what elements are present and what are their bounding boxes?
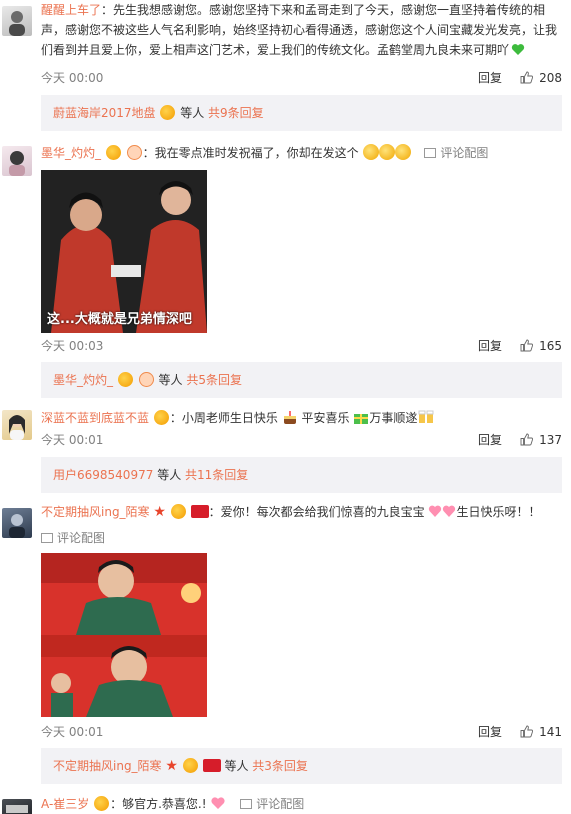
replies-summary[interactable]: 用户6698540977 等人 共11条回复	[41, 457, 562, 493]
comment-body-2: 生日快乐呀！！	[456, 505, 541, 519]
like-count: 137	[539, 433, 562, 447]
username-link[interactable]: A-崔三岁	[41, 797, 89, 811]
vip-badge-icon	[182, 758, 198, 773]
comment-text: 不定期抽风ing_陌寒 ★ ：爱你！每次都会给我们惊喜的九良宝宝 生日快乐呀！！…	[41, 502, 561, 548]
reply-user-link[interactable]: 不定期抽风ing_陌寒	[53, 759, 162, 773]
fan-badge-icon	[138, 372, 154, 387]
vip-badge-icon	[160, 105, 176, 120]
replies-mid-text: 等人	[158, 373, 183, 387]
heart-emoji-icon	[428, 505, 456, 519]
replies-summary[interactable]: 不定期抽风ing_陌寒 ★ 等人 共3条回复	[41, 748, 562, 784]
comment-text: 深蓝不蓝到底蓝不蓝 ：小周老师生日快乐 平安喜乐 万事顺遂	[41, 408, 561, 428]
like-button[interactable]: 137	[520, 430, 562, 452]
reply-user-link[interactable]: 蔚蓝海岸2017地盘	[53, 106, 156, 120]
like-count: 165	[539, 339, 562, 353]
comment-image-label: 评论配图	[57, 531, 106, 545]
comment-body: ：爱你！每次都会给我们惊喜的九良宝宝	[208, 505, 425, 519]
avatar[interactable]	[2, 410, 32, 440]
laughing-emoji-icon	[394, 144, 411, 160]
vip-badge-icon	[153, 410, 169, 425]
comment-image[interactable]	[41, 553, 207, 717]
star-badge-icon: ★	[153, 504, 166, 520]
star-badge-icon: ★	[165, 758, 178, 774]
username-link[interactable]: 深蓝不蓝到底蓝不蓝	[41, 411, 149, 425]
comment-meta: 今天 00:01 回复 141	[41, 722, 562, 742]
reply-button[interactable]: 回复	[478, 336, 502, 356]
heart-emoji-icon	[509, 43, 525, 57]
avatar[interactable]	[2, 6, 32, 36]
comment-body: ：我在零点准时发祝福了，你却在发这个	[142, 146, 359, 160]
replies-count-link[interactable]: 共9条回复	[208, 106, 264, 120]
comment-image-link[interactable]: 评论配图	[240, 797, 304, 811]
avatar[interactable]	[2, 146, 32, 176]
comment-body: ：先生我想感谢您。感谢您坚持下来和孟哥走到了今天，感谢您一直坚持着传统的相声，感…	[41, 3, 558, 57]
vip-badge-icon	[94, 796, 110, 811]
image-caption: 这...大概就是兄弟情深吧	[47, 312, 192, 327]
fan-badge-icon	[126, 145, 142, 160]
thumbs-up-icon	[520, 432, 534, 452]
comment-text: 墨华_灼灼_ ：我在零点准时发祝福了，你却在发这个 评论配图	[41, 143, 561, 163]
thumbs-up-icon	[520, 338, 534, 358]
reply-button[interactable]: 回复	[478, 430, 502, 450]
comment-body: ：小周老师生日快乐	[169, 411, 278, 425]
reply-button[interactable]: 回复	[478, 68, 502, 88]
vip-badge-icon	[170, 504, 186, 519]
comment-text: A-崔三岁 ：够官方.恭喜您.! 评论配图	[41, 794, 561, 814]
avatar[interactable]	[2, 799, 32, 814]
image-icon	[424, 148, 437, 158]
member-badge-icon	[202, 759, 221, 772]
comment-image-link[interactable]: 评论配图	[424, 146, 488, 160]
comment-body: ：够官方.恭喜您.!	[110, 797, 207, 811]
replies-count-link[interactable]: 共11条回复	[185, 468, 248, 482]
like-button[interactable]: 165	[520, 336, 562, 358]
cake-emoji-icon	[282, 411, 298, 425]
timestamp: 今天 00:01	[41, 725, 104, 739]
timestamp: 今天 00:03	[41, 339, 104, 353]
username-link[interactable]: 不定期抽风ing_陌寒	[41, 505, 150, 519]
like-count: 208	[539, 71, 562, 85]
thumbs-up-icon	[520, 724, 534, 744]
like-button[interactable]: 141	[520, 722, 562, 744]
comment-text: 醒醒上车了：先生我想感谢您。感谢您坚持下来和孟哥走到了今天，感谢您一直坚持着传统…	[41, 0, 561, 60]
comment-image[interactable]: 这...大概就是兄弟情深吧	[41, 170, 207, 333]
replies-count-link[interactable]: 共3条回复	[252, 759, 308, 773]
username-link[interactable]: 墨华_灼灼_	[41, 146, 101, 160]
comment-meta: 今天 00:03 回复 165	[41, 336, 562, 356]
image-icon	[240, 799, 253, 809]
laughing-emoji-icon	[362, 144, 379, 160]
comment-meta: 今天 00:00 回复 208	[41, 68, 562, 88]
cheers-emoji-icon	[417, 410, 435, 425]
reply-user-link[interactable]: 墨华_灼灼_	[53, 373, 113, 387]
comment-body-3: 万事顺遂	[369, 411, 418, 425]
replies-mid-text: 等人	[157, 468, 182, 482]
gift-emoji-icon	[353, 411, 369, 425]
thumbs-up-icon	[520, 70, 534, 90]
comment-image-label: 评论配图	[440, 146, 489, 160]
vip-badge-icon	[105, 145, 121, 160]
vip-badge-icon	[117, 372, 133, 387]
comment-body-2: 平安喜乐	[301, 411, 350, 425]
like-count: 141	[539, 725, 562, 739]
comment-image-label: 评论配图	[256, 797, 305, 811]
like-button[interactable]: 208	[520, 68, 562, 90]
replies-mid-text: 等人	[180, 106, 205, 120]
reply-user-link[interactable]: 用户6698540977	[53, 468, 153, 482]
member-badge-icon	[190, 505, 209, 518]
replies-summary[interactable]: 蔚蓝海岸2017地盘 等人 共9条回复	[41, 95, 562, 131]
heart-emoji-icon	[210, 797, 226, 811]
comment-image-link[interactable]: 评论配图	[41, 531, 105, 545]
replies-summary[interactable]: 墨华_灼灼_ 等人 共5条回复	[41, 362, 562, 398]
timestamp: 今天 00:00	[41, 71, 104, 85]
laughing-emoji-icon	[378, 144, 395, 160]
replies-count-link[interactable]: 共5条回复	[186, 373, 242, 387]
comment-meta: 今天 00:01 回复 137	[41, 430, 562, 450]
timestamp: 今天 00:01	[41, 433, 104, 447]
image-icon	[41, 533, 53, 543]
avatar[interactable]	[2, 508, 32, 538]
reply-button[interactable]: 回复	[478, 722, 502, 742]
replies-mid-text: 等人	[224, 759, 249, 773]
username-link[interactable]: 醒醒上车了	[41, 3, 101, 17]
